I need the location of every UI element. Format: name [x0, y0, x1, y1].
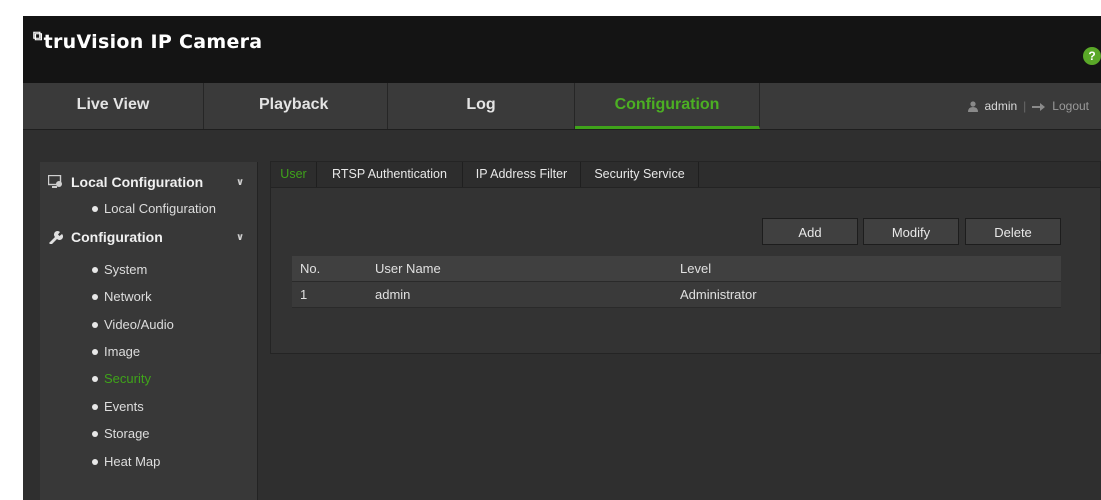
add-user-button[interactable]: Add [762, 218, 858, 245]
sidebar-item-heat-map[interactable]: Heat Map [40, 449, 257, 475]
top-bar: ⧉truVision IP Camera ? [23, 16, 1101, 83]
tab-rtsp-authentication[interactable]: RTSP Authentication [317, 162, 463, 187]
bullet-icon [92, 322, 98, 328]
sidebar-item-label: Video/Audio [104, 317, 174, 332]
table-header-row: No. User Name Level [292, 256, 1061, 282]
bullet-icon [92, 267, 98, 273]
column-header-level: Level [680, 261, 712, 276]
sidebar-item-label: Security [104, 371, 151, 386]
sidebar-header-local-configuration[interactable]: Local Configuration ∨ [40, 169, 257, 195]
column-header-user-name: User Name [375, 261, 441, 276]
user-area: admin | Logout [968, 83, 1089, 129]
sidebar-item-label: System [104, 262, 148, 277]
sidebar-item-video-audio[interactable]: Video/Audio [40, 312, 257, 338]
tab-user[interactable]: User [271, 162, 317, 187]
cell-user-name: admin [375, 287, 411, 302]
user-table: No. User Name Level 1 admin Administrato… [292, 256, 1061, 308]
security-user-panel: User RTSP Authentication IP Address Filt… [270, 161, 1101, 354]
nav-tab-log[interactable]: Log [388, 83, 575, 129]
sidebar-item-security[interactable]: Security [40, 366, 257, 392]
user-icon [968, 101, 979, 113]
security-subtabs: User RTSP Authentication IP Address Filt… [271, 162, 1100, 188]
main-nav: Live View Playback Log Configuration adm… [23, 83, 1101, 130]
wrench-icon [49, 230, 63, 244]
sidebar-header-configuration[interactable]: Configuration ∨ [40, 224, 257, 250]
bullet-icon [92, 349, 98, 355]
logo-mark-icon: ⧉ [33, 29, 43, 44]
bullet-icon [92, 206, 98, 212]
bullet-icon [92, 459, 98, 465]
logout-link[interactable]: Logout [1052, 99, 1089, 113]
nav-tab-configuration[interactable]: Configuration [575, 83, 760, 129]
sidebar-item-events[interactable]: Events [40, 394, 257, 420]
nav-tab-live-view[interactable]: Live View [23, 83, 204, 129]
sidebar-item-label: Local Configuration [104, 201, 217, 216]
bullet-icon [92, 431, 98, 437]
bullet-icon [92, 294, 98, 300]
nav-tab-playback[interactable]: Playback [204, 83, 388, 129]
sidebar-item-label: Heat Map [104, 454, 161, 469]
sidebar-header-label: Configuration [71, 229, 163, 245]
user-separator: | [1023, 99, 1027, 113]
sidebar-item-label: Events [104, 399, 144, 414]
sidebar: Local Configuration ∨ Local Configuratio… [40, 162, 258, 500]
cell-level: Administrator [680, 287, 757, 302]
bullet-icon [92, 404, 98, 410]
sidebar-item-storage[interactable]: Storage [40, 421, 257, 447]
chevron-down-icon: ∨ [236, 232, 245, 243]
app-title: truVision IP Camera [43, 31, 263, 53]
monitor-config-icon [48, 175, 62, 188]
tab-ip-address-filter[interactable]: IP Address Filter [463, 162, 581, 187]
bullet-icon [92, 376, 98, 382]
app-logo: ⧉truVision IP Camera [33, 29, 263, 53]
logout-arrow-icon[interactable] [1032, 102, 1046, 112]
help-icon[interactable]: ? [1083, 47, 1101, 65]
sidebar-item-local-configuration[interactable]: Local Configuration [40, 196, 257, 222]
tab-security-service[interactable]: Security Service [581, 162, 699, 187]
sidebar-item-system[interactable]: System [40, 257, 257, 283]
sidebar-item-label: Network [104, 289, 152, 304]
modify-user-button[interactable]: Modify [863, 218, 959, 245]
column-header-no: No. [300, 261, 321, 276]
current-user: admin [984, 99, 1018, 113]
delete-user-button[interactable]: Delete [965, 218, 1061, 245]
app-window: ⧉truVision IP Camera ? Live View Playbac… [23, 16, 1101, 500]
chevron-down-icon: ∨ [236, 177, 245, 188]
table-row[interactable]: 1 admin Administrator [292, 282, 1061, 308]
sidebar-header-label: Local Configuration [71, 174, 204, 190]
sidebar-item-image[interactable]: Image [40, 339, 257, 365]
sidebar-item-network[interactable]: Network [40, 284, 257, 310]
cell-no: 1 [300, 287, 308, 302]
sidebar-item-label: Image [104, 344, 141, 359]
sidebar-item-label: Storage [104, 426, 150, 441]
